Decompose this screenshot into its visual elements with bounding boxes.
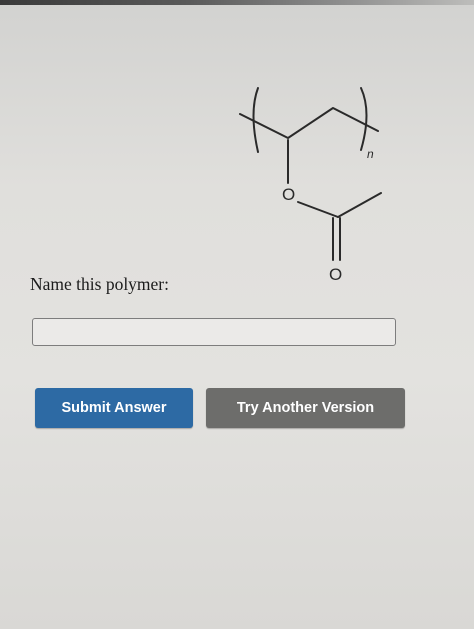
polymer-structure: O O n	[0, 0, 474, 300]
polymer-structure-drawing: O O n	[239, 87, 382, 284]
c-ch3-bond	[337, 192, 382, 218]
backbone-bond	[239, 107, 379, 139]
submit-answer-button[interactable]: Submit Answer	[35, 388, 193, 428]
right-bracket	[360, 87, 368, 151]
repeat-subscript-n: n	[367, 147, 374, 161]
oxygen-ester-label: O	[282, 185, 295, 204]
answer-input[interactable]	[32, 318, 396, 346]
o-c-bond	[297, 201, 339, 218]
question-prompt: Name this polymer:	[30, 274, 170, 294]
oxygen-carbonyl-label: O	[329, 265, 342, 284]
try-another-version-button[interactable]: Try Another Version	[206, 388, 405, 428]
